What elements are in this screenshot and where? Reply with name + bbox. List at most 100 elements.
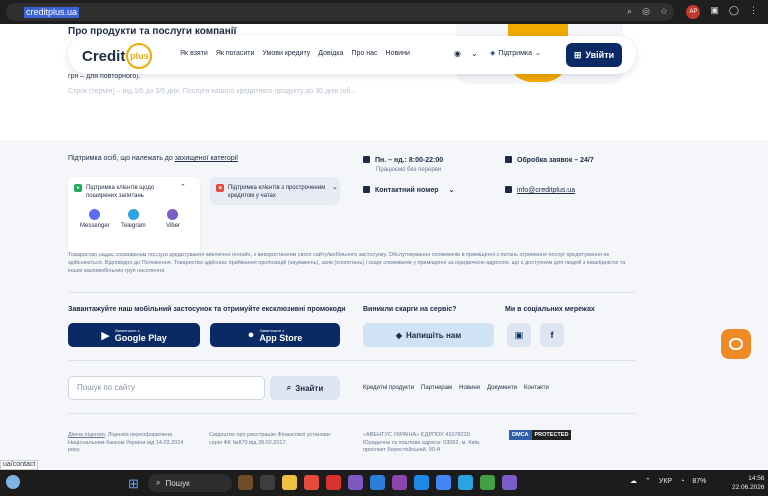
app-icon[interactable] (238, 475, 253, 490)
working-hours: Пн. – нд.: 8:00-22:00 (363, 156, 443, 164)
star-icon[interactable]: ☆ (660, 6, 668, 17)
google-play-icon: ▶ (101, 329, 110, 342)
clock-icon (505, 156, 512, 163)
google-play-button[interactable]: ▶ Завантажте з Google Play (68, 323, 200, 347)
chevron-down-icon[interactable]: ⌄ (332, 184, 338, 192)
nav-about[interactable]: Про нас (351, 50, 377, 57)
nav-how-to-repay[interactable]: Як погасити (216, 50, 255, 57)
divider (68, 292, 636, 293)
search-button[interactable]: ⌕ Знайти (270, 376, 340, 400)
clock[interactable]: 14:56 22.06.2026 (732, 474, 765, 492)
phone-icon (363, 186, 370, 193)
viber-link[interactable]: Viber (166, 209, 180, 229)
nav-help[interactable]: Довідка (318, 50, 343, 57)
chevron-up-icon[interactable]: ⌃ (180, 184, 186, 192)
main-nav: Як взяти Як погасити Умови кредиту Довід… (180, 50, 410, 57)
app-store-button[interactable]: ● Завантажте з App Store (210, 323, 340, 347)
instagram-link[interactable]: ▣ (507, 323, 531, 347)
footer-link-partners[interactable]: Партнерам (421, 385, 452, 391)
footer-link-contacts[interactable]: Контакти (524, 385, 549, 391)
social-title: Ми в соціальних мережах (505, 306, 595, 313)
link-status-tooltip: ua/contact (0, 460, 39, 470)
zoom-icon[interactable]: ⌕ (627, 6, 632, 17)
windows-start-icon[interactable]: ⊞ (128, 476, 139, 492)
app-icon[interactable] (414, 475, 429, 490)
app-icon[interactable] (392, 475, 407, 490)
site-search-input[interactable]: Пошук по сайту (68, 376, 265, 400)
disclaimer-text: Товариство надає споживачам послуги кред… (68, 252, 626, 274)
logo-badge: plus (126, 43, 153, 69)
facebook-link[interactable]: f (540, 323, 564, 347)
cloud-icon[interactable]: ☁ (630, 477, 637, 485)
taskbar-search[interactable]: ⌕ Пошук (148, 474, 232, 492)
logo[interactable]: Credit plus (82, 43, 153, 69)
accessibility-toggle[interactable]: ◉ ⌄ (454, 49, 478, 58)
chevron-down-icon: ⌄ (535, 50, 541, 57)
messenger-icon (89, 209, 101, 220)
footer: Підтримка осіб, що належать до захищеної… (0, 140, 768, 470)
calendar-icon (363, 156, 370, 163)
browser-toolbar: creditplus.ua ⌕ ◎ ☆ AP ▣ ◯ ⋮ (0, 0, 768, 24)
extensions-puzzle-icon[interactable]: ▣ (710, 5, 719, 19)
write-to-us-button[interactable]: ◆ Напишіть нам (363, 323, 494, 347)
app-icon[interactable] (326, 475, 341, 490)
app-icon[interactable] (260, 475, 275, 490)
email-link[interactable]: info@creditplus.ua (505, 186, 575, 194)
section-text-faded: Строк (термін) – від 1/5 до 3/5 дня. Пос… (68, 88, 357, 95)
chevron-down-icon: ⌄ (470, 49, 478, 58)
telegram-icon (127, 209, 139, 220)
support-menu[interactable]: ◈ Підтримка ⌄ (490, 49, 541, 58)
chat-widget-button[interactable] (721, 329, 751, 359)
faq-support-card[interactable]: ● Підтримка клієнтів щодо поширених запи… (68, 177, 200, 255)
nav-loan-terms[interactable]: Умови кредиту (262, 50, 310, 57)
divider (68, 413, 636, 414)
footer-link-news[interactable]: Новини (459, 385, 480, 391)
app-download-title: Завантажуйте наш мобільний застосунок та… (68, 306, 346, 313)
license-link[interactable]: Діюча ліцензія (68, 432, 105, 438)
profile-icon[interactable]: ◯ (729, 5, 739, 19)
chevron-up-icon[interactable]: ⌃ (645, 477, 651, 485)
nav-news[interactable]: Новини (386, 50, 410, 57)
address-bar[interactable]: creditplus.ua ⌕ ◎ ☆ (6, 3, 674, 21)
company-text: «АВЕНТУС УКРАЇНА» ЄДРПОУ 41078230. Юриди… (363, 432, 481, 453)
login-button[interactable]: ⊞ Увійти (566, 43, 622, 67)
nav-how-to-get[interactable]: Як взяти (180, 50, 208, 57)
app-icon[interactable] (348, 475, 363, 490)
mail-icon (505, 186, 512, 193)
browser-menu-icon[interactable]: ⋮ (749, 5, 758, 19)
chat-bubble-icon: ◆ (395, 330, 403, 340)
protected-category-link[interactable]: захищеної категорії (175, 155, 238, 162)
app-icon[interactable] (370, 475, 385, 490)
weather-icon (6, 475, 20, 489)
footer-link-credit-products[interactable]: Кредитні продукти (363, 385, 414, 391)
eye-off-icon[interactable]: ◎ (642, 6, 650, 17)
registration-text: Свідоцтво про реєстрацію Фінансової уста… (209, 432, 330, 446)
extension-icon[interactable]: AP (686, 5, 701, 19)
messenger-link[interactable]: Messenger (80, 209, 110, 229)
section-text: грн – для повторного). (68, 73, 141, 80)
chat-icon (729, 338, 743, 350)
taskbar-apps (238, 475, 517, 490)
top-section: Про продукти та послуги компанії грн – д… (0, 24, 768, 140)
battery-indicator[interactable]: 87% (692, 478, 706, 485)
url-text[interactable]: creditplus.ua (24, 6, 80, 18)
folder-icon[interactable] (282, 475, 297, 490)
app-icon[interactable] (480, 475, 495, 490)
telegram-icon[interactable] (458, 475, 473, 490)
telegram-link[interactable]: Telegram (121, 209, 146, 229)
language-indicator[interactable]: УКР (659, 478, 672, 485)
overdue-support-card[interactable]: ■ Підтримка клієнтів з простроченим кред… (210, 177, 340, 205)
gift-icon: ■ (216, 184, 224, 192)
facebook-icon: f (550, 330, 554, 340)
footer-link-documents[interactable]: Документи (487, 385, 517, 391)
dmca-badge[interactable]: DMCA PROTECTED (509, 430, 572, 440)
opera-icon[interactable] (304, 475, 319, 490)
chrome-icon[interactable] (436, 475, 451, 490)
viber-icon[interactable] (502, 475, 517, 490)
wifi-icon[interactable]: ◔ (680, 478, 684, 485)
system-tray: ☁ ⌃ УКР ◔ 87% (630, 477, 706, 486)
weather-widget[interactable] (6, 475, 20, 489)
complaints-title: Виникли скарги на сервіс? (363, 306, 457, 313)
contact-number-toggle[interactable]: Контактний номер ⌄ (363, 186, 454, 194)
protected-category-text: Підтримка осіб, що належать до захищеної… (68, 155, 239, 162)
